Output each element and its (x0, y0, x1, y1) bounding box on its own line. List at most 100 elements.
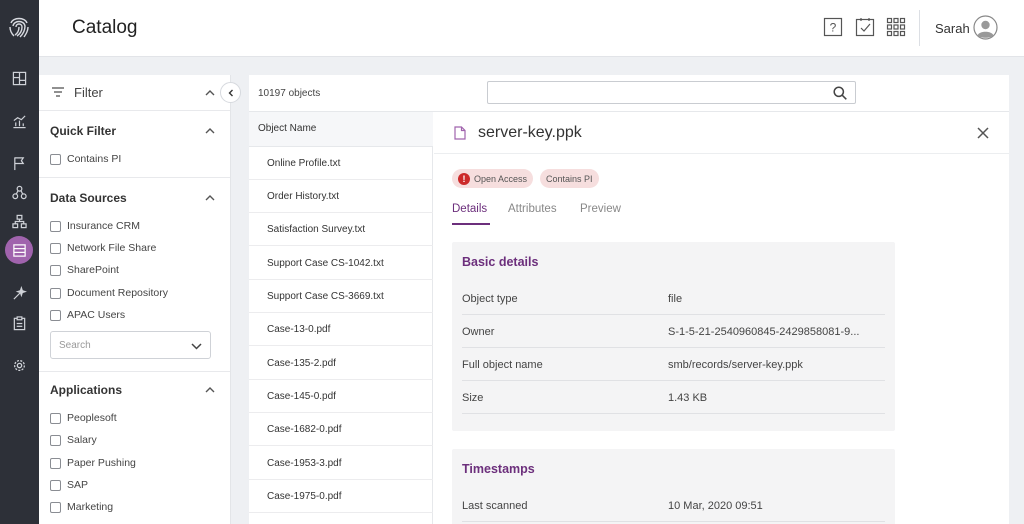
chevron-up-icon[interactable] (205, 126, 215, 136)
data-source-search-select[interactable]: Search (50, 331, 211, 359)
list-item[interactable]: Support Case CS-1042.txt (249, 247, 433, 280)
warning-icon: ! (458, 172, 470, 185)
search-input[interactable] (487, 81, 856, 104)
svg-text:?: ? (830, 21, 837, 35)
collapse-filter-button[interactable] (220, 82, 241, 103)
wand-icon (12, 285, 27, 300)
object-count: 10197 objects (258, 88, 321, 99)
basic-details-title: Basic details (462, 255, 539, 269)
rail-clipboard-button[interactable] (5, 309, 33, 337)
detail-row-object-type: Object type file (462, 282, 885, 315)
checkbox[interactable] (50, 479, 61, 491)
tasks-button[interactable] (855, 17, 875, 37)
checkbox-insurance-crm[interactable]: Insurance CRM (50, 219, 140, 233)
checkbox[interactable] (50, 242, 61, 254)
rail-settings-button[interactable] (5, 351, 33, 379)
detail-row-owner: Owner S-1-5-21-2540960845-2429858081-9... (462, 315, 885, 348)
checkbox-marketing[interactable]: Marketing (50, 500, 113, 514)
clipboard-icon (13, 315, 25, 330)
checkbox[interactable] (50, 153, 61, 165)
help-button[interactable]: ? (823, 17, 843, 37)
rail-hierarchy-button[interactable] (5, 178, 33, 206)
detail-row-full-object-name: Full object name smb/records/server-key.p… (462, 348, 885, 381)
list-item[interactable]: Case-13-0.pdf (249, 313, 433, 346)
checkbox-apac-users[interactable]: APAC Users (50, 308, 125, 322)
filter-title: Filter (74, 85, 103, 100)
list-item[interactable]: Case-145-0.pdf (249, 380, 433, 413)
checkbox-paper-pushing[interactable]: Paper Pushing (50, 456, 136, 470)
object-list: Object Name Online Profile.txt Order His… (249, 112, 433, 524)
chevron-up-icon[interactable] (205, 88, 215, 98)
catalog-card: 10197 objects Object Name Online Profile… (249, 75, 1009, 524)
avatar-icon[interactable] (973, 15, 998, 40)
timestamps-title: Timestamps (462, 462, 535, 476)
quick-filter-title: Quick Filter (50, 124, 117, 138)
chevron-down-icon (191, 343, 202, 350)
checkbox-salary[interactable]: Salary (50, 433, 97, 447)
top-header: Catalog ? Sarah (39, 0, 1024, 57)
list-item[interactable]: Online Profile.txt (249, 147, 433, 180)
detail-pane: server-key.ppk ! Open Access Contains PI… (434, 112, 1009, 524)
data-sources-title: Data Sources (50, 191, 127, 205)
tab-details[interactable]: Details (452, 203, 487, 215)
apps-grid-button[interactable] (886, 17, 906, 37)
dashboard-icon (12, 71, 26, 85)
tab-preview[interactable]: Preview (580, 203, 621, 215)
rail-dashboard-button[interactable] (5, 64, 33, 92)
hierarchy-icon (11, 185, 27, 199)
rail-network-button[interactable] (5, 207, 33, 235)
badge-contains-pi: Contains PI (540, 169, 599, 188)
flag-icon (13, 156, 24, 170)
fingerprint-icon[interactable] (8, 14, 30, 40)
checkbox-document-repository[interactable]: Document Repository (50, 286, 168, 300)
header-divider (919, 10, 920, 46)
search-icon[interactable] (833, 86, 847, 100)
checkbox-sharepoint[interactable]: SharePoint (50, 263, 119, 277)
close-icon[interactable] (977, 127, 989, 139)
checkbox[interactable] (50, 287, 61, 299)
checkbox[interactable] (50, 309, 61, 321)
checkbox[interactable] (50, 457, 61, 469)
rail-wand-button[interactable] (5, 279, 33, 307)
checkbox[interactable] (50, 501, 61, 513)
list-item[interactable]: Satisfaction Survey.txt (249, 213, 433, 246)
chevron-up-icon[interactable] (205, 193, 215, 203)
column-header-object-name[interactable]: Object Name (249, 112, 433, 147)
rail-analytics-button[interactable] (5, 107, 33, 135)
checkbox[interactable] (50, 220, 61, 232)
catalog-icon (12, 243, 26, 257)
checkbox[interactable] (50, 264, 61, 276)
filter-header: Filter (39, 75, 230, 111)
left-nav-rail (0, 0, 39, 524)
list-item[interactable]: Case-1975-0.pdf (249, 480, 433, 513)
help-icon: ? (823, 17, 843, 37)
checkbox-sap[interactable]: SAP (50, 478, 88, 492)
checkbox[interactable] (50, 412, 61, 424)
list-item[interactable]: Case-1953-3.pdf (249, 447, 433, 480)
search-placeholder: Search (59, 340, 91, 351)
active-tab-indicator (452, 223, 490, 225)
checkbox-contains-pi[interactable]: Contains PI (50, 152, 121, 166)
chevron-up-icon[interactable] (205, 385, 215, 395)
checkbox-network-file-share[interactable]: Network File Share (50, 241, 156, 255)
list-item[interactable]: Order History.txt (249, 180, 433, 213)
checkbox-peoplesoft[interactable]: Peoplesoft (50, 411, 117, 425)
list-item[interactable]: Support Case CS-3669.txt (249, 280, 433, 313)
analytics-icon (12, 114, 26, 128)
document-icon (454, 126, 466, 140)
grid-icon (886, 17, 906, 37)
basic-details-panel: Basic details Object type file Owner S-1-5… (452, 242, 895, 431)
list-item[interactable]: Case-1682-0.pdf (249, 413, 433, 446)
checkbox[interactable] (50, 434, 61, 446)
rail-catalog-button[interactable] (5, 236, 33, 264)
detail-header: server-key.ppk (434, 112, 1009, 154)
filter-icon (52, 87, 64, 97)
filter-panel: Filter Quick Filter Contains PI Data Sou… (39, 75, 231, 524)
detail-title: server-key.ppk (478, 124, 582, 141)
rail-flag-button[interactable] (5, 149, 33, 177)
tab-attributes[interactable]: Attributes (508, 203, 557, 215)
user-name[interactable]: Sarah (935, 21, 970, 36)
list-item[interactable]: Case-135-2.pdf (249, 347, 433, 380)
badge-open-access: ! Open Access (452, 169, 534, 188)
applications-title: Applications (50, 383, 123, 397)
